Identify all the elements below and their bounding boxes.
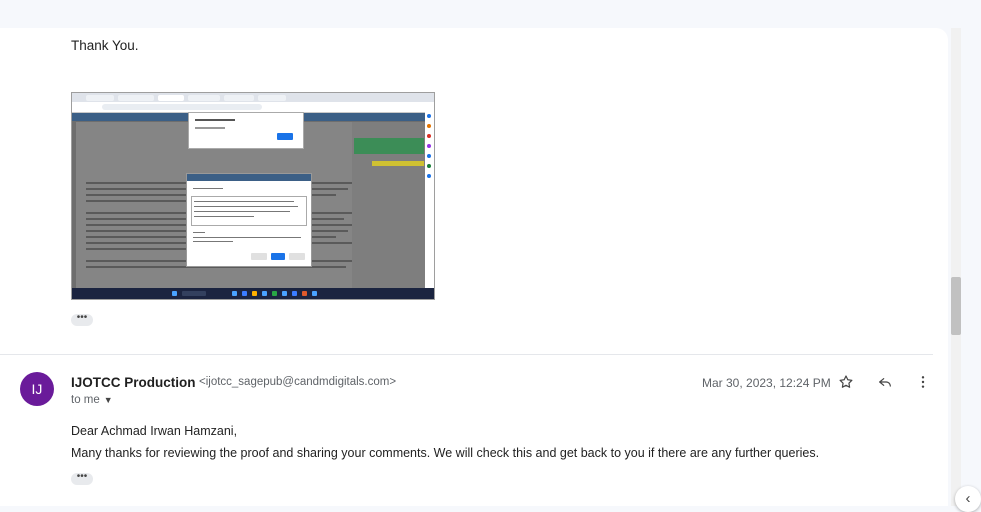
- message-divider: [0, 354, 933, 355]
- message-greeting: Dear Achmad Irwan Hamzani,: [71, 424, 238, 438]
- screenshot-icon-column: [425, 102, 434, 288]
- recipient-details-toggle[interactable]: to me ▼: [71, 394, 113, 406]
- more-options-button[interactable]: [913, 372, 933, 392]
- avatar[interactable]: IJ: [20, 372, 54, 406]
- message-body: Many thanks for reviewing the proof and …: [71, 446, 820, 460]
- avatar-initials: IJ: [31, 381, 43, 397]
- chevron-left-icon: ‹: [965, 490, 971, 507]
- previous-message-closing: Thank You.: [71, 38, 139, 53]
- caret-down-icon: ▼: [103, 395, 113, 405]
- more-horiz-icon: •••: [76, 312, 88, 323]
- recipient-label: to me: [71, 394, 100, 406]
- screenshot-alert-dialog: [188, 112, 304, 149]
- more-vert-icon: [921, 376, 925, 388]
- sender-email: <ijotcc_sagepub@candmdigitals.com>: [199, 376, 397, 388]
- screenshot-yellow-note: [372, 161, 424, 166]
- screenshot-green-note: [354, 138, 424, 154]
- show-trimmed-content-button-2[interactable]: •••: [71, 471, 93, 485]
- reply-button[interactable]: [875, 372, 895, 392]
- message-date: Mar 30, 2023, 12:24 PM: [702, 376, 831, 390]
- side-panel-toggle-button[interactable]: ‹: [955, 486, 981, 512]
- star-button[interactable]: [836, 372, 856, 392]
- star-icon: [839, 375, 853, 388]
- scrollbar-track[interactable]: [951, 28, 961, 506]
- scrollbar-thumb[interactable]: [951, 277, 961, 335]
- screenshot-taskbar: [72, 288, 434, 299]
- sender-name[interactable]: IJOTCC Production: [71, 375, 196, 390]
- screenshot-browser-tabs: [72, 93, 434, 102]
- screenshot-comment-dialog: [186, 173, 312, 267]
- reply-icon: [879, 378, 891, 387]
- show-trimmed-content-button[interactable]: •••: [71, 312, 93, 326]
- attached-screenshot[interactable]: [71, 92, 435, 300]
- more-horiz-icon: •••: [76, 471, 88, 482]
